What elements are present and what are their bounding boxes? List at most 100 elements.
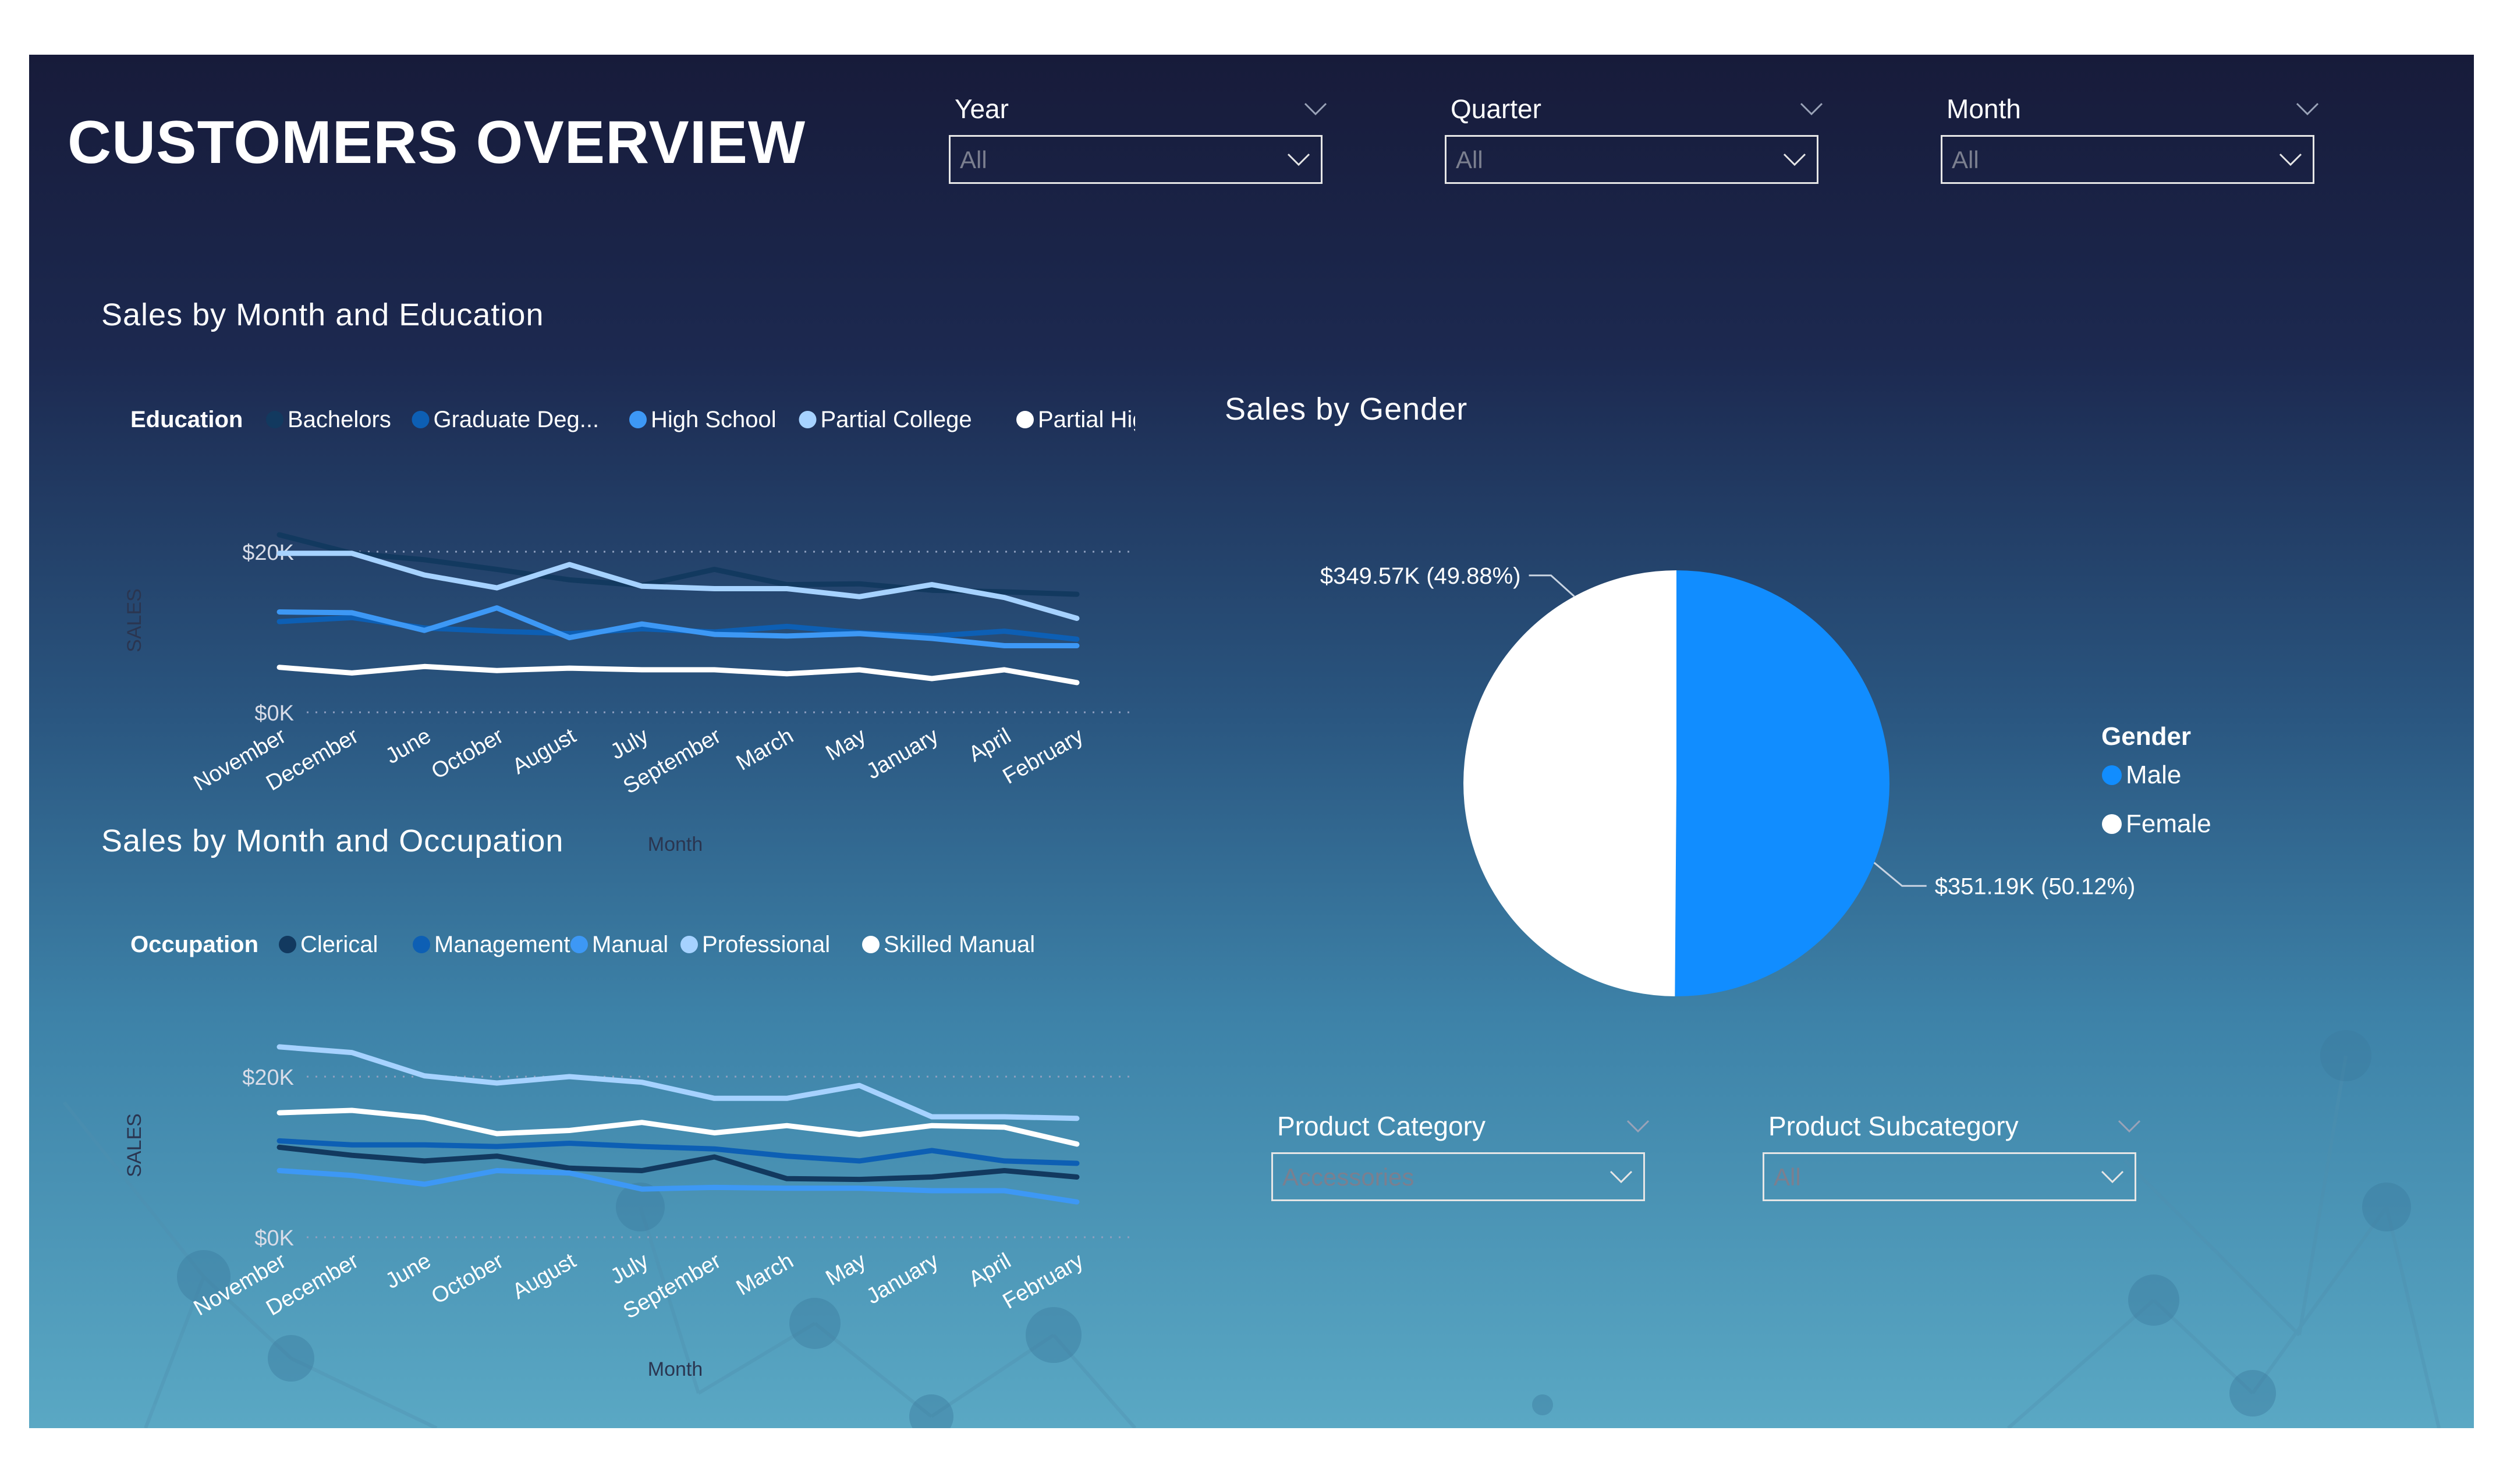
chevron-down-icon[interactable] (2118, 1119, 2141, 1134)
legend-marker-graduate-deg[interactable] (412, 411, 430, 428)
series-line-high-school[interactable] (276, 605, 1080, 648)
month-slicer[interactable]: Month All (1941, 93, 2319, 186)
legend-label-professional[interactable]: Professional (702, 932, 830, 957)
product-category-dropdown-value: Accessories (1282, 1163, 1414, 1191)
x-tick-label-february: February (999, 723, 1088, 789)
x-tick-label-april: April (965, 1248, 1015, 1291)
legend-marker-management[interactable] (413, 936, 430, 953)
leader-line (1873, 862, 1927, 887)
leader-line (1529, 574, 1575, 597)
pie-slice-female[interactable] (1463, 570, 1676, 996)
quarter-slicer-label: Quarter (1451, 94, 1541, 124)
legend-label-high-school[interactable]: High School (651, 407, 777, 432)
occupation-legend-title: Occupation (130, 932, 258, 957)
occupation-chart-title: Sales by Month and Occupation (101, 823, 564, 858)
month-dropdown-value: All (1952, 146, 1979, 173)
x-tick-label-march: March (732, 723, 797, 775)
legend-label-bachelors[interactable]: Bachelors (288, 407, 391, 432)
chevron-down-icon[interactable] (1287, 152, 1310, 167)
product-subcategory-dropdown-value: All (1774, 1163, 1801, 1191)
gender-pie-chart[interactable]: $351.19K (50.12%) $349.57K (49.88%) Gender… (1222, 485, 2328, 1067)
x-tick-label-may: May (822, 1248, 870, 1290)
occupation-line-chart[interactable]: Occupation Clerical Management Manual Profes… (87, 876, 1135, 1400)
pie-slice-male[interactable] (1675, 570, 1890, 996)
education-line-chart[interactable]: Education Bachelors Graduate Deg... High Sc… (87, 352, 1135, 875)
legend-marker-male[interactable] (2102, 765, 2122, 785)
chevron-down-icon[interactable] (1800, 101, 1823, 116)
gender-legend-title: Gender (2101, 722, 2191, 751)
legend-label-management[interactable]: Management (434, 932, 570, 957)
quarter-dropdown-value: All (1456, 146, 1483, 173)
x-tick-label-august: August (508, 1248, 580, 1304)
chevron-down-icon[interactable] (2296, 101, 2319, 116)
x-tick-label-october: October (427, 723, 508, 784)
education-chart-title: Sales by Month and Education (101, 297, 544, 332)
x-tick-label-march: March (732, 1248, 797, 1300)
x-tick-label-june: June (381, 723, 435, 769)
series-line-partial-high-s[interactable] (276, 663, 1080, 686)
x-axis-label: Month (648, 1358, 703, 1380)
x-tick-label-january: January (862, 723, 942, 784)
x-axis-label: Month (648, 833, 703, 855)
data-label-female: $349.57K (49.88%) (1320, 563, 1521, 589)
legend-label-partial-high-s[interactable]: Partial High S... (1038, 407, 1135, 432)
page-title: CUSTOMERS OVERVIEW (68, 109, 806, 176)
year-dropdown[interactable]: All (949, 135, 1323, 184)
legend-label-male[interactable]: Male (2126, 761, 2181, 789)
legend-label-partial-college[interactable]: Partial College (821, 407, 972, 432)
quarter-slicer[interactable]: Quarter All (1445, 93, 1823, 186)
y-axis-label: SALES (123, 588, 146, 652)
legend-marker-bachelors[interactable] (266, 411, 283, 428)
legend-marker-female[interactable] (2102, 814, 2122, 834)
product-subcategory-slicer[interactable]: Product Subcategory All (1763, 1110, 2141, 1203)
data-label-male: $351.19K (50.12%) (1935, 874, 2136, 899)
legend-marker-partial-high-s[interactable] (1016, 411, 1034, 428)
gender-chart-title: Sales by Gender (1225, 392, 1468, 427)
legend-marker-manual[interactable] (570, 936, 588, 953)
year-slicer[interactable]: Year All (949, 93, 1327, 186)
report-canvas: CUSTOMERS OVERVIEW Year All Quarter All … (29, 55, 2474, 1428)
legend-label-clerical[interactable]: Clerical (300, 932, 378, 957)
product-category-dropdown[interactable]: Accessories (1271, 1152, 1645, 1201)
product-category-slicer-label: Product Category (1277, 1111, 1486, 1141)
chevron-down-icon[interactable] (2101, 1169, 2124, 1184)
legend-label-manual[interactable]: Manual (592, 932, 668, 957)
year-dropdown-value: All (960, 146, 987, 173)
legend-marker-partial-college[interactable] (799, 411, 817, 428)
legend-marker-high-school[interactable] (629, 411, 647, 428)
product-subcategory-slicer-label: Product Subcategory (1768, 1111, 2019, 1141)
series-line-partial-college[interactable] (276, 551, 1080, 621)
y-tick-label: $0K (254, 701, 294, 726)
education-legend-title: Education (130, 407, 243, 432)
y-axis-label: SALES (123, 1113, 146, 1177)
x-tick-label-february: February (999, 1248, 1088, 1313)
chevron-down-icon[interactable] (2279, 152, 2302, 167)
legend-label-skilled-manual[interactable]: Skilled Manual (884, 932, 1035, 957)
x-tick-label-april: April (965, 723, 1015, 766)
y-tick-label: $20K (242, 1066, 294, 1090)
legend-marker-professional[interactable] (680, 936, 698, 953)
quarter-dropdown[interactable]: All (1445, 135, 1818, 184)
month-dropdown[interactable]: All (1941, 135, 2314, 184)
chevron-down-icon[interactable] (1626, 1119, 1650, 1134)
x-tick-label-july: July (607, 723, 653, 764)
x-tick-label-january: January (862, 1248, 942, 1309)
year-slicer-label: Year (955, 94, 1009, 124)
legend-label-graduate-deg[interactable]: Graduate Deg... (434, 407, 600, 432)
product-subcategory-dropdown[interactable]: All (1763, 1152, 2136, 1201)
y-tick-label: $0K (254, 1226, 294, 1251)
legend-marker-clerical[interactable] (279, 936, 296, 953)
series-line-professional[interactable] (276, 1044, 1080, 1121)
chevron-down-icon[interactable] (1304, 101, 1327, 116)
x-tick-label-august: August (508, 723, 580, 779)
product-category-slicer[interactable]: Product Category Accessories (1271, 1110, 1650, 1203)
legend-marker-skilled-manual[interactable] (862, 936, 880, 953)
legend-label-female[interactable]: Female (2126, 810, 2211, 838)
x-tick-label-may: May (822, 723, 870, 765)
x-tick-label-july: July (607, 1248, 653, 1289)
chevron-down-icon[interactable] (1609, 1169, 1633, 1184)
month-slicer-label: Month (1947, 94, 2021, 124)
x-tick-label-october: October (427, 1248, 508, 1309)
x-tick-label-june: June (381, 1248, 435, 1294)
chevron-down-icon[interactable] (1783, 152, 1806, 167)
